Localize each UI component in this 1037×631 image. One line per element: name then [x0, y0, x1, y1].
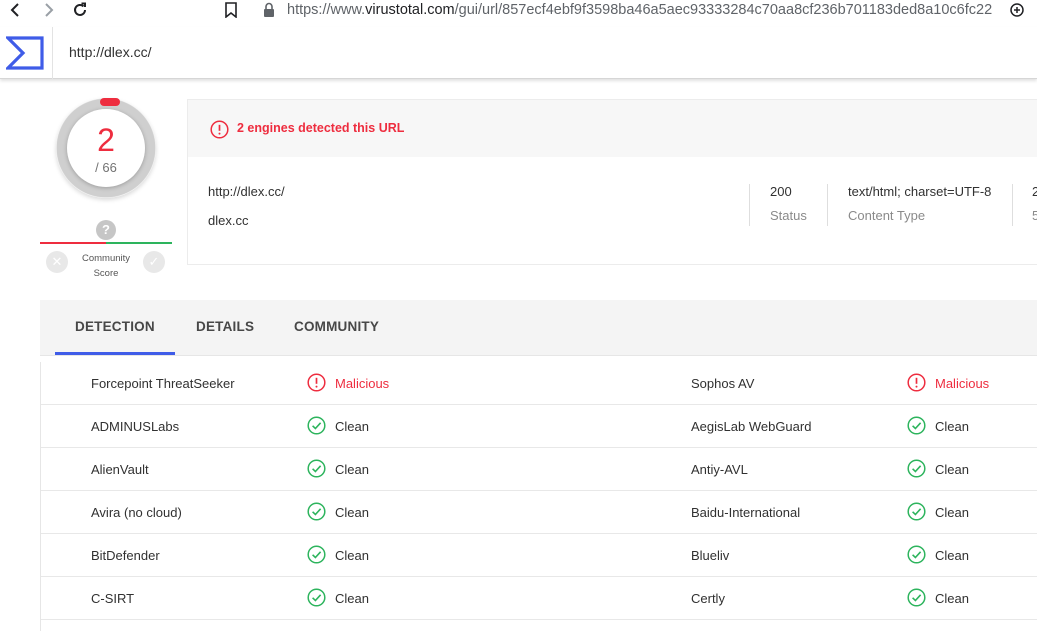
- alert-circle-icon: [210, 120, 229, 139]
- forward-icon[interactable]: [39, 1, 57, 19]
- address-bar[interactable]: https://www.virustotal.com/gui/url/857ec…: [287, 2, 992, 18]
- engine-name-right: Blueliv: [691, 548, 730, 563]
- status-label: Status: [770, 208, 807, 223]
- community-question-icon: ?: [96, 220, 116, 240]
- url-prefix: https://www.: [287, 2, 366, 18]
- check-circle-icon: [907, 459, 926, 478]
- community-bar-negative: [40, 242, 106, 244]
- result-label: Malicious: [335, 376, 390, 391]
- vt-header: http://dlex.cc/: [0, 27, 1037, 79]
- detection-count: 2: [97, 122, 115, 158]
- detection-score-gauge: 2 / 66: [56, 98, 156, 198]
- check-circle-icon: [907, 502, 926, 521]
- check-circle-icon: [907, 588, 926, 607]
- tab-community[interactable]: COMMUNITY: [294, 319, 379, 334]
- check-circle-icon: [307, 416, 326, 435]
- community-label-line1: Community: [81, 253, 131, 264]
- tab-detection[interactable]: DETECTION: [75, 319, 155, 334]
- table-row: C-SIRT Clean Certly Clean: [41, 577, 1037, 620]
- community-label-line2: Score: [93, 268, 119, 279]
- detection-summary: 2 engines detected this URL: [237, 121, 405, 135]
- content-type-label: Content Type: [848, 208, 926, 223]
- tab-details[interactable]: DETAILS: [196, 319, 254, 334]
- table-row: AlienVault Clean Antiy-AVL Clean: [41, 448, 1037, 491]
- engine-name-right: Certly: [691, 591, 725, 606]
- active-tab-indicator: [55, 352, 175, 355]
- engine-name-left: C-SIRT: [91, 591, 135, 606]
- url-domain: virustotal.com: [365, 2, 455, 18]
- engine-name-left: BitDefender: [91, 548, 160, 563]
- result-label: Clean: [935, 462, 969, 477]
- community-bar-positive: [106, 242, 172, 244]
- zoom-icon[interactable]: [1009, 2, 1025, 18]
- alert-circle-icon: [907, 373, 926, 392]
- lock-icon[interactable]: [262, 2, 276, 18]
- check-circle-icon: [307, 545, 326, 564]
- detection-banner: 2 engines detected this URL: [188, 100, 1037, 157]
- browser-toolbar: https://www.virustotal.com/gui/url/857ec…: [0, 0, 1037, 22]
- engine-name-left: ADMINUSLabs: [91, 419, 180, 434]
- result-label: Clean: [335, 548, 369, 563]
- check-circle-icon: [307, 459, 326, 478]
- table-row: BitDefender Clean Blueliv Clean: [41, 534, 1037, 577]
- bookmark-icon[interactable]: [224, 2, 238, 18]
- header-divider: [52, 27, 53, 79]
- engine-name-right: AegisLab WebGuard: [691, 419, 812, 434]
- result-label: Clean: [935, 548, 969, 563]
- engine-name-left: AlienVault: [91, 462, 149, 477]
- extra-meta-label: 5: [1032, 208, 1037, 223]
- summary-card: 2 engines detected this URL http://dlex.…: [187, 99, 1037, 265]
- url-path: /gui/url/857ecf4ebf9f3598ba46a5aec933332…: [454, 2, 992, 18]
- table-row: Forcepoint ThreatSeeker Malicious Sophos A…: [41, 362, 1037, 405]
- engine-name-right: Baidu-International: [691, 505, 801, 520]
- alert-circle-icon: [307, 373, 326, 392]
- result-label: Clean: [335, 591, 369, 606]
- result-label: Clean: [335, 462, 369, 477]
- engine-total: / 66: [95, 160, 117, 175]
- result-label: Clean: [335, 419, 369, 434]
- back-icon[interactable]: [7, 1, 25, 19]
- check-circle-icon: [307, 502, 326, 521]
- detection-results: Forcepoint ThreatSeeker Malicious Sophos A…: [40, 362, 1037, 631]
- table-row: ADMINUSLabs Clean AegisLab WebGuard Clean: [41, 405, 1037, 448]
- result-label: Malicious: [935, 376, 990, 391]
- meta-divider: [1012, 184, 1013, 226]
- gauge-detection-arc: [100, 98, 120, 106]
- scanned-url: http://dlex.cc/: [208, 184, 285, 199]
- reload-icon[interactable]: [71, 1, 89, 19]
- check-circle-icon: [907, 416, 926, 435]
- status-value: 200: [770, 184, 792, 199]
- engine-name-left: Forcepoint ThreatSeeker: [91, 376, 235, 391]
- vote-malicious-button[interactable]: ✓: [143, 251, 165, 273]
- virustotal-logo-icon[interactable]: [6, 36, 44, 70]
- search-input[interactable]: http://dlex.cc/: [69, 44, 151, 60]
- result-label: Clean: [935, 505, 969, 520]
- check-circle-icon: [307, 588, 326, 607]
- extra-meta-value: 2: [1032, 184, 1037, 199]
- engine-name-left: Avira (no cloud): [91, 505, 182, 520]
- engine-name-right: Sophos AV: [691, 376, 755, 391]
- report-tabs: DETECTION DETAILS COMMUNITY: [40, 300, 1037, 356]
- result-label: Clean: [935, 591, 969, 606]
- vote-harmless-button[interactable]: ✕: [46, 251, 68, 273]
- result-label: Clean: [335, 505, 369, 520]
- scanned-host[interactable]: dlex.cc: [208, 213, 248, 228]
- community-score-label: Community Score: [70, 251, 142, 281]
- meta-divider: [827, 184, 828, 226]
- result-label: Clean: [935, 419, 969, 434]
- check-circle-icon: [907, 545, 926, 564]
- content-type-value: text/html; charset=UTF-8: [848, 184, 992, 199]
- table-row: Avira (no cloud) Clean Baidu-International…: [41, 491, 1037, 534]
- engine-name-right: Antiy-AVL: [691, 462, 748, 477]
- meta-divider: [749, 184, 750, 226]
